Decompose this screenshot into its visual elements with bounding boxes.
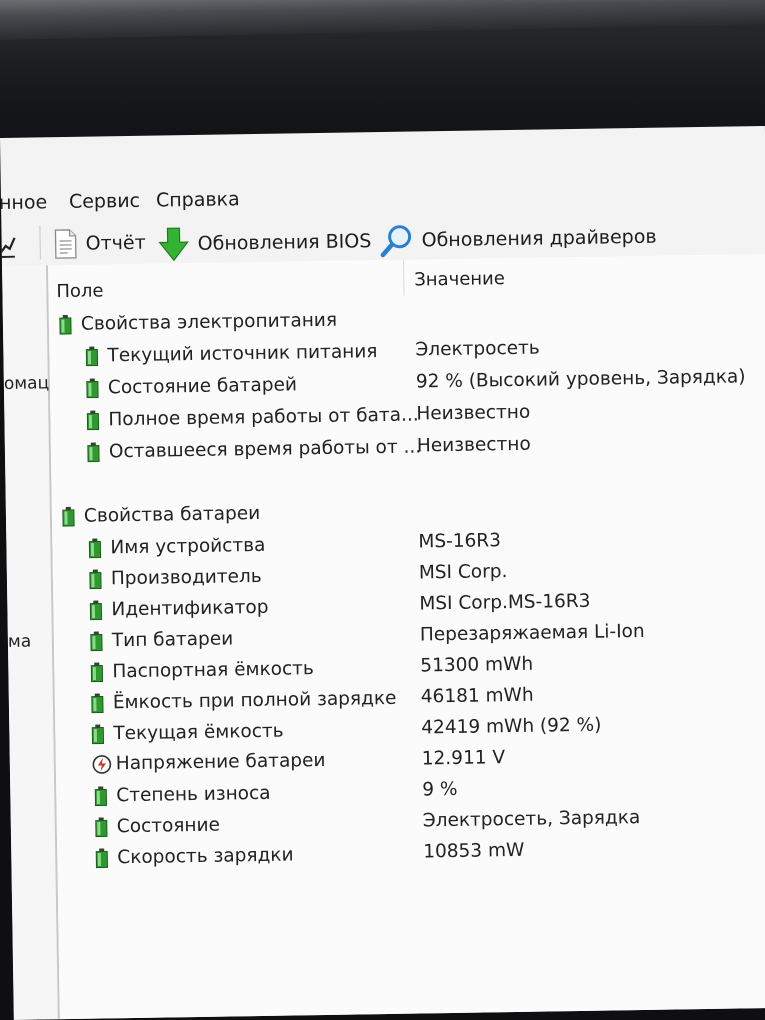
row-value: MS-16R3 [418, 530, 502, 553]
battery-icon [86, 410, 100, 431]
bezel-highlight [0, 0, 765, 41]
row-field: Тип батареи [111, 627, 234, 651]
row-field: Имя устройства [110, 534, 266, 558]
battery-icon [90, 631, 103, 652]
row-value: Неизвестно [416, 433, 531, 457]
battery-icon [62, 506, 75, 527]
nav-item-partial[interactable]: омац [4, 373, 50, 394]
row-value: 46181 mWh [420, 684, 534, 708]
row-value: Перезаряжаемая Li-Ion [419, 620, 645, 646]
row-value: Неизвестно [416, 401, 531, 425]
row-field: Напряжение батареи [115, 749, 326, 775]
report-document-icon [54, 229, 77, 259]
properties-table: Поле Значение Свойства электропитания Те… [48, 253, 765, 1020]
row-value: MSI Corp.MS-16R3 [419, 590, 591, 615]
bios-update-label: Обновления BIOS [197, 230, 372, 255]
nav-item-partial[interactable]: ма [8, 632, 32, 652]
group-title: Свойства батареи [83, 502, 261, 527]
row-field: Ёмкость при полной зарядке [112, 687, 397, 713]
column-header-value[interactable]: Значение [414, 268, 505, 290]
row-field: Паспортная ёмкость [112, 657, 315, 682]
magnifier-icon [380, 225, 412, 258]
row-value: 51300 mWh [420, 653, 534, 677]
battery-icon [86, 378, 99, 399]
row-field: Идентификатор [111, 596, 269, 620]
row-value: MSI Corp. [418, 561, 508, 584]
battery-icon [88, 538, 102, 559]
row-field: Состояние [116, 814, 221, 837]
battery-icon [89, 600, 103, 621]
row-field: Текущая ёмкость [113, 720, 284, 744]
report-label: Отчёт [85, 231, 146, 255]
menu-item-favorites[interactable]: нное [0, 191, 47, 214]
row-value: 92 % (Высокий уровень, Зарядка) [415, 366, 746, 393]
voltage-icon [92, 754, 112, 774]
row-field: Оставшееся время работы от ... [108, 435, 422, 462]
battery-icon [94, 786, 108, 807]
row-value: 42419 mWh (92 %) [421, 714, 602, 739]
row-field: Полное время работы от бата... [108, 403, 419, 430]
battery-icon [95, 817, 108, 838]
battery-icon [95, 848, 108, 869]
report-button[interactable]: Отчёт [53, 228, 146, 259]
row-value: 9 % [422, 778, 458, 801]
benchmark-chart-button[interactable] [0, 232, 16, 259]
battery-icon [90, 662, 104, 683]
bios-update-button[interactable]: Обновления BIOS [157, 224, 372, 262]
row-value: Электросеть [415, 337, 540, 361]
battery-icon [91, 724, 105, 745]
menu-item-help[interactable]: Справка [156, 188, 240, 211]
battery-icon [59, 314, 72, 335]
driver-update-button[interactable]: Обновления драйверов [379, 220, 657, 258]
toolbar-separator [39, 225, 41, 260]
chart-icon [0, 237, 16, 259]
green-down-arrow-icon [158, 227, 189, 262]
row-value: Электросеть, Зарядка [422, 807, 641, 832]
battery-icon [87, 442, 100, 463]
group-title: Свойства электропитания [80, 309, 338, 335]
app-window: нное Сервис Справка Отчёт Обновления BIO… [0, 125, 765, 1020]
battery-icon [89, 569, 102, 590]
column-divider[interactable] [402, 259, 405, 296]
battery-icon [85, 346, 99, 367]
row-value: 10853 mW [423, 839, 525, 863]
column-header-field[interactable]: Поле [56, 280, 103, 302]
battery-icon [91, 693, 104, 714]
row-field: Состояние батарей [107, 373, 298, 398]
row-field: Степень износа [116, 782, 271, 806]
row-field: Производитель [110, 565, 262, 589]
menu-item-service[interactable]: Сервис [69, 190, 140, 213]
row-field: Текущий источник питания [107, 340, 378, 366]
row-field: Скорость зарядки [117, 843, 294, 868]
driver-update-label: Обновления драйверов [421, 225, 657, 252]
row-value: 12.911 V [421, 747, 506, 770]
